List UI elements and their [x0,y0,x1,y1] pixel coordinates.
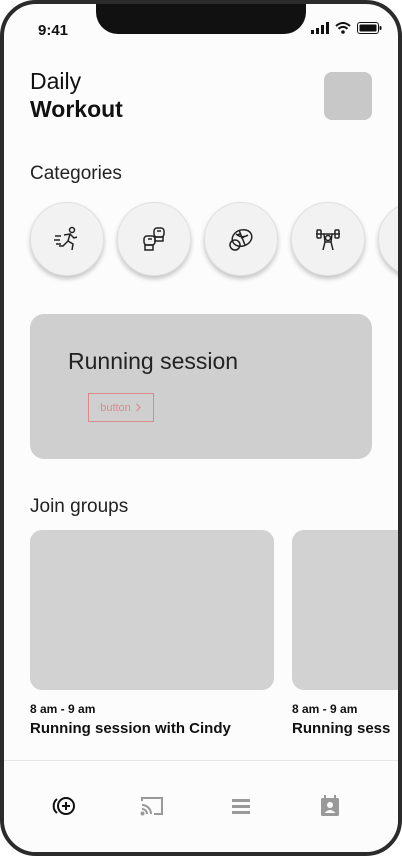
ball-icon [229,228,253,251]
tab-contacts[interactable] [317,793,343,819]
featured-session-button[interactable]: button [88,393,154,422]
group-card-title[interactable]: Running session with Cindy [30,720,231,737]
notch [96,4,306,34]
list-icon [232,799,250,814]
featured-session-button-label: button [100,401,131,414]
groups-heading: Join groups [30,496,129,517]
group-card-time: 8 am - 9 am [30,702,96,716]
category-ball[interactable] [204,202,278,276]
group-card-title[interactable]: Running sess [292,720,390,737]
category-running[interactable] [30,202,104,276]
status-icons [311,22,382,34]
categories-heading: Categories [30,163,122,184]
status-time: 9:41 [38,22,69,39]
featured-session-card[interactable]: Running session button [30,314,372,459]
tab-list[interactable] [228,793,254,819]
page-title-line2: Workout [30,96,123,122]
tab-cast[interactable] [139,793,165,819]
running-icon [54,226,78,251]
tab-bar [4,760,398,852]
weightlifting-icon [316,229,340,251]
featured-session-title: Running session [68,348,239,374]
battery-icon [357,22,382,34]
page-title-line1: Daily [30,68,82,94]
cast-icon [140,797,163,816]
phone-frame: 9:41 Daily Workout Categories Running se… [0,0,402,856]
contacts-icon [321,795,339,816]
wifi-icon [335,22,351,34]
category-more[interactable] [378,202,398,276]
group-card-time: 8 am - 9 am [292,702,358,716]
category-weightlifting[interactable] [291,202,365,276]
chevron-right-icon [135,403,141,412]
boxing-icon [143,227,165,251]
category-list [4,202,398,284]
group-card-image[interactable] [30,530,274,690]
signal-icon [311,22,329,34]
group-card-image[interactable] [292,530,398,690]
tab-add[interactable] [51,793,77,819]
avatar[interactable] [324,72,372,120]
category-boxing[interactable] [117,202,191,276]
add-circle-icon [52,797,75,815]
